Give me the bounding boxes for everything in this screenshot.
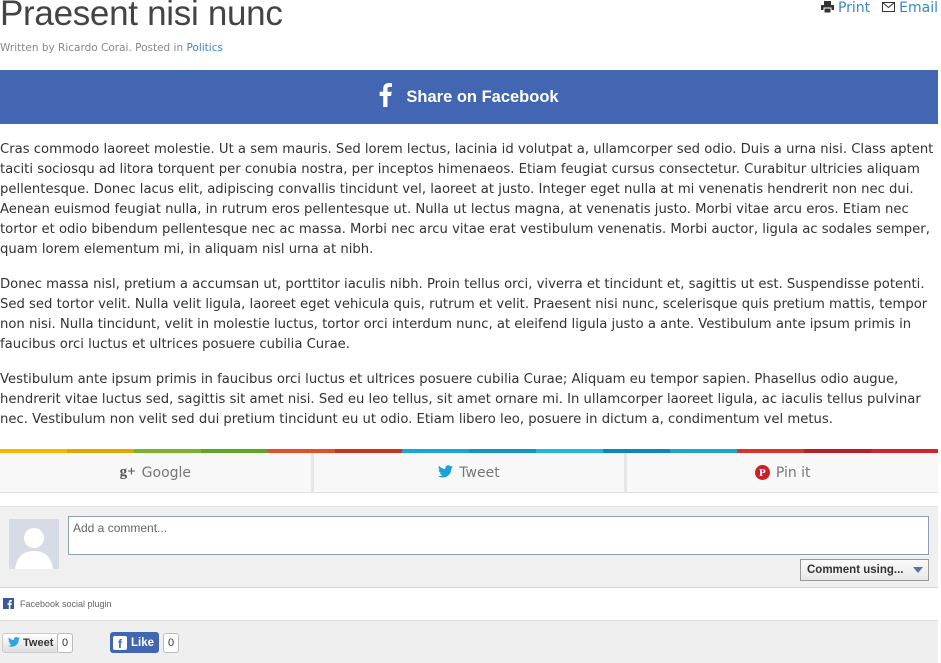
- email-link[interactable]: Email: [882, 0, 938, 16]
- facebook-comments: Add a comment... Comment using...: [0, 506, 938, 588]
- tweet-button-label: Tweet: [23, 637, 54, 649]
- article-paragraph: Vestibulum ante ipsum primis in faucibus…: [0, 372, 921, 427]
- twitter-bird-icon: [8, 636, 20, 650]
- pinterest-share-button[interactable]: P Pin it: [627, 453, 939, 493]
- like-count: 0: [163, 633, 180, 653]
- category-link[interactable]: Politics: [186, 42, 223, 54]
- facebook-icon: f: [113, 635, 127, 650]
- tweet-share-label: Tweet: [459, 464, 500, 481]
- comment-input[interactable]: Add a comment...: [68, 516, 929, 555]
- facebook-share-button[interactable]: Share on Facebook: [0, 70, 938, 124]
- tweet-share-button[interactable]: Tweet: [313, 453, 625, 493]
- print-link[interactable]: Print: [820, 0, 871, 16]
- article-paragraph: Donec massa nisl, pretium a accumsan ut,…: [0, 277, 928, 352]
- tweet-count: 0: [57, 633, 74, 653]
- google-plus-icon: g+: [119, 464, 136, 480]
- email-label: Email: [899, 0, 938, 16]
- envelope-icon: [882, 1, 896, 15]
- post-title: Praesent nisi nunc: [0, 0, 283, 33]
- social-share-row: g+ Google Tweet P Pin it: [0, 453, 939, 493]
- facebook-share-label: Share on Facebook: [406, 87, 559, 106]
- byline: Written by Ricardo Corai. Posted in Poli…: [0, 42, 223, 54]
- google-share-label: Google: [141, 464, 192, 481]
- facebook-like-button[interactable]: f Like: [110, 632, 160, 653]
- pinterest-icon: P: [754, 465, 770, 480]
- byline-text: Written by Ricardo Corai. Posted in: [0, 42, 187, 54]
- google-share-button[interactable]: g+ Google: [0, 453, 311, 493]
- tweet-button[interactable]: Tweet: [2, 633, 60, 653]
- user-avatar-placeholder: [9, 519, 59, 569]
- facebook-plugin-credit[interactable]: Facebook social plugin: [3, 598, 112, 609]
- comment-using-dropdown[interactable]: Comment using...: [800, 559, 929, 581]
- chevron-down-icon: [913, 567, 924, 573]
- article-tools: Print Email: [820, 0, 938, 16]
- print-label: Print: [837, 0, 871, 16]
- facebook-small-icon: [3, 598, 14, 609]
- comment-using-label: Comment using...: [807, 564, 904, 576]
- facebook-icon: [379, 83, 393, 111]
- article-paragraph: Cras commodo laoreet molestie. Ut a sem …: [0, 142, 934, 257]
- twitter-bird-icon: [438, 464, 454, 482]
- social-counters-bar: Tweet 0 f Like 0: [0, 620, 938, 663]
- pinterest-share-label: Pin it: [775, 464, 811, 481]
- like-button-label: Like: [131, 636, 155, 649]
- printer-icon: [820, 0, 834, 16]
- facebook-plugin-label: Facebook social plugin: [20, 598, 112, 609]
- article-body: Cras commodo laoreet molestie. Ut a sem …: [0, 140, 936, 445]
